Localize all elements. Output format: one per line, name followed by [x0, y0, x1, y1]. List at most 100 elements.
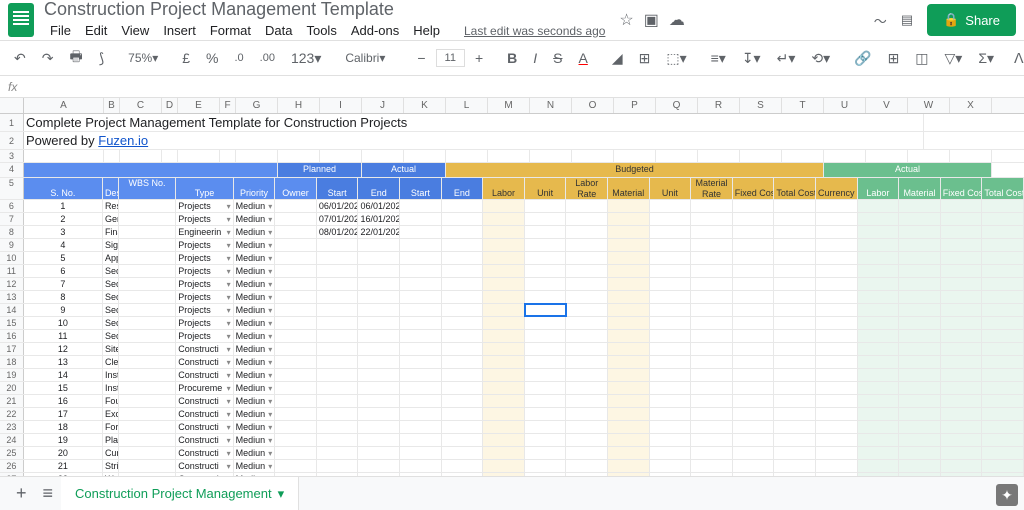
cell[interactable] — [317, 408, 359, 420]
cell[interactable] — [320, 150, 362, 162]
cell[interactable] — [358, 291, 400, 303]
cell[interactable] — [525, 460, 567, 472]
col-header[interactable]: B — [104, 98, 120, 113]
cell[interactable] — [733, 291, 775, 303]
cell[interactable] — [400, 226, 442, 238]
cell[interactable]: Projects — [176, 213, 233, 225]
cell[interactable] — [650, 239, 692, 251]
cell[interactable] — [442, 343, 484, 355]
cell[interactable] — [525, 239, 567, 251]
cell[interactable] — [483, 226, 525, 238]
cell[interactable]: Secure foundation per — [103, 265, 119, 277]
cell[interactable] — [483, 434, 525, 446]
cell[interactable] — [899, 317, 941, 329]
cell[interactable] — [317, 317, 359, 329]
cell[interactable]: Mediun — [234, 447, 276, 459]
cell[interactable]: 10 — [24, 317, 103, 329]
cell[interactable] — [899, 408, 941, 420]
cell[interactable] — [908, 150, 950, 162]
cell[interactable] — [572, 150, 614, 162]
cell[interactable] — [442, 421, 484, 433]
cell[interactable]: Projects — [176, 200, 233, 212]
cell[interactable] — [858, 278, 900, 290]
cell[interactable] — [442, 369, 484, 381]
cell[interactable] — [275, 265, 317, 277]
cell[interactable] — [691, 356, 733, 368]
cell[interactable]: 5 — [24, 252, 103, 264]
cell[interactable] — [733, 408, 775, 420]
cell[interactable]: Projects — [176, 330, 233, 342]
cell[interactable] — [691, 226, 733, 238]
cell[interactable] — [608, 226, 650, 238]
cell[interactable] — [358, 460, 400, 472]
cell[interactable]: 18 — [24, 421, 103, 433]
cell[interactable] — [816, 252, 858, 264]
cell[interactable] — [941, 317, 983, 329]
cell[interactable] — [899, 356, 941, 368]
menu-edit[interactable]: Edit — [79, 20, 113, 41]
cell[interactable] — [317, 330, 359, 342]
cell[interactable] — [982, 421, 1024, 433]
cell[interactable] — [650, 278, 692, 290]
cell[interactable] — [858, 395, 900, 407]
currency-button[interactable]: £ — [176, 46, 196, 70]
functions-button[interactable]: Σ▾ — [972, 46, 1000, 71]
cell[interactable] — [275, 434, 317, 446]
cell[interactable] — [608, 395, 650, 407]
cell[interactable]: 7 — [24, 278, 103, 290]
cell[interactable] — [816, 460, 858, 472]
cell[interactable] — [442, 252, 484, 264]
cell[interactable] — [858, 265, 900, 277]
cell[interactable] — [525, 317, 567, 329]
cell[interactable]: Install underground ut — [103, 382, 119, 394]
cell[interactable] — [275, 278, 317, 290]
col-header[interactable]: A — [24, 98, 104, 113]
cell[interactable] — [358, 447, 400, 459]
merge[interactable]: ⬚▾ — [660, 46, 692, 71]
cell[interactable] — [774, 434, 816, 446]
cell[interactable] — [816, 304, 858, 316]
cell[interactable] — [119, 434, 176, 446]
cell[interactable] — [733, 343, 775, 355]
cell[interactable]: Labor — [483, 178, 525, 199]
cell[interactable]: Mediun — [234, 252, 276, 264]
cell[interactable] — [858, 343, 900, 355]
cell[interactable]: Actual — [362, 163, 446, 177]
cell[interactable] — [483, 304, 525, 316]
cell[interactable] — [400, 291, 442, 303]
cell[interactable] — [275, 213, 317, 225]
zoom-select[interactable]: 75% ▾ — [122, 47, 164, 69]
cell[interactable]: Apply for Permits — [103, 252, 119, 264]
row-header[interactable]: 11 — [0, 265, 24, 277]
cell[interactable] — [358, 278, 400, 290]
cell[interactable] — [483, 252, 525, 264]
row-header[interactable]: 14 — [0, 304, 24, 316]
cell[interactable] — [899, 252, 941, 264]
menu-file[interactable]: File — [44, 20, 77, 41]
cell[interactable] — [782, 150, 824, 162]
cell[interactable] — [899, 200, 941, 212]
cell[interactable] — [442, 382, 484, 394]
cell[interactable] — [858, 291, 900, 303]
cell[interactable] — [119, 369, 176, 381]
cell[interactable] — [982, 343, 1024, 355]
row-header[interactable]: 1 — [0, 114, 24, 131]
row-header[interactable]: 17 — [0, 343, 24, 355]
cell[interactable] — [566, 265, 608, 277]
cell[interactable] — [698, 150, 740, 162]
row-header[interactable]: 24 — [0, 434, 24, 446]
cell[interactable] — [400, 447, 442, 459]
cell[interactable] — [566, 421, 608, 433]
cell[interactable] — [317, 239, 359, 251]
cell[interactable] — [608, 382, 650, 394]
cell[interactable]: Mediun — [234, 304, 276, 316]
cell[interactable] — [404, 150, 446, 162]
spreadsheet-grid[interactable]: ABCDEFGHIJKLMNOPQRSTUVWX 1Complete Proje… — [0, 98, 1024, 480]
cell[interactable] — [358, 395, 400, 407]
cell[interactable] — [691, 408, 733, 420]
cell[interactable] — [566, 317, 608, 329]
cell[interactable] — [483, 330, 525, 342]
cell[interactable] — [608, 213, 650, 225]
cell[interactable] — [982, 213, 1024, 225]
cell[interactable] — [941, 291, 983, 303]
